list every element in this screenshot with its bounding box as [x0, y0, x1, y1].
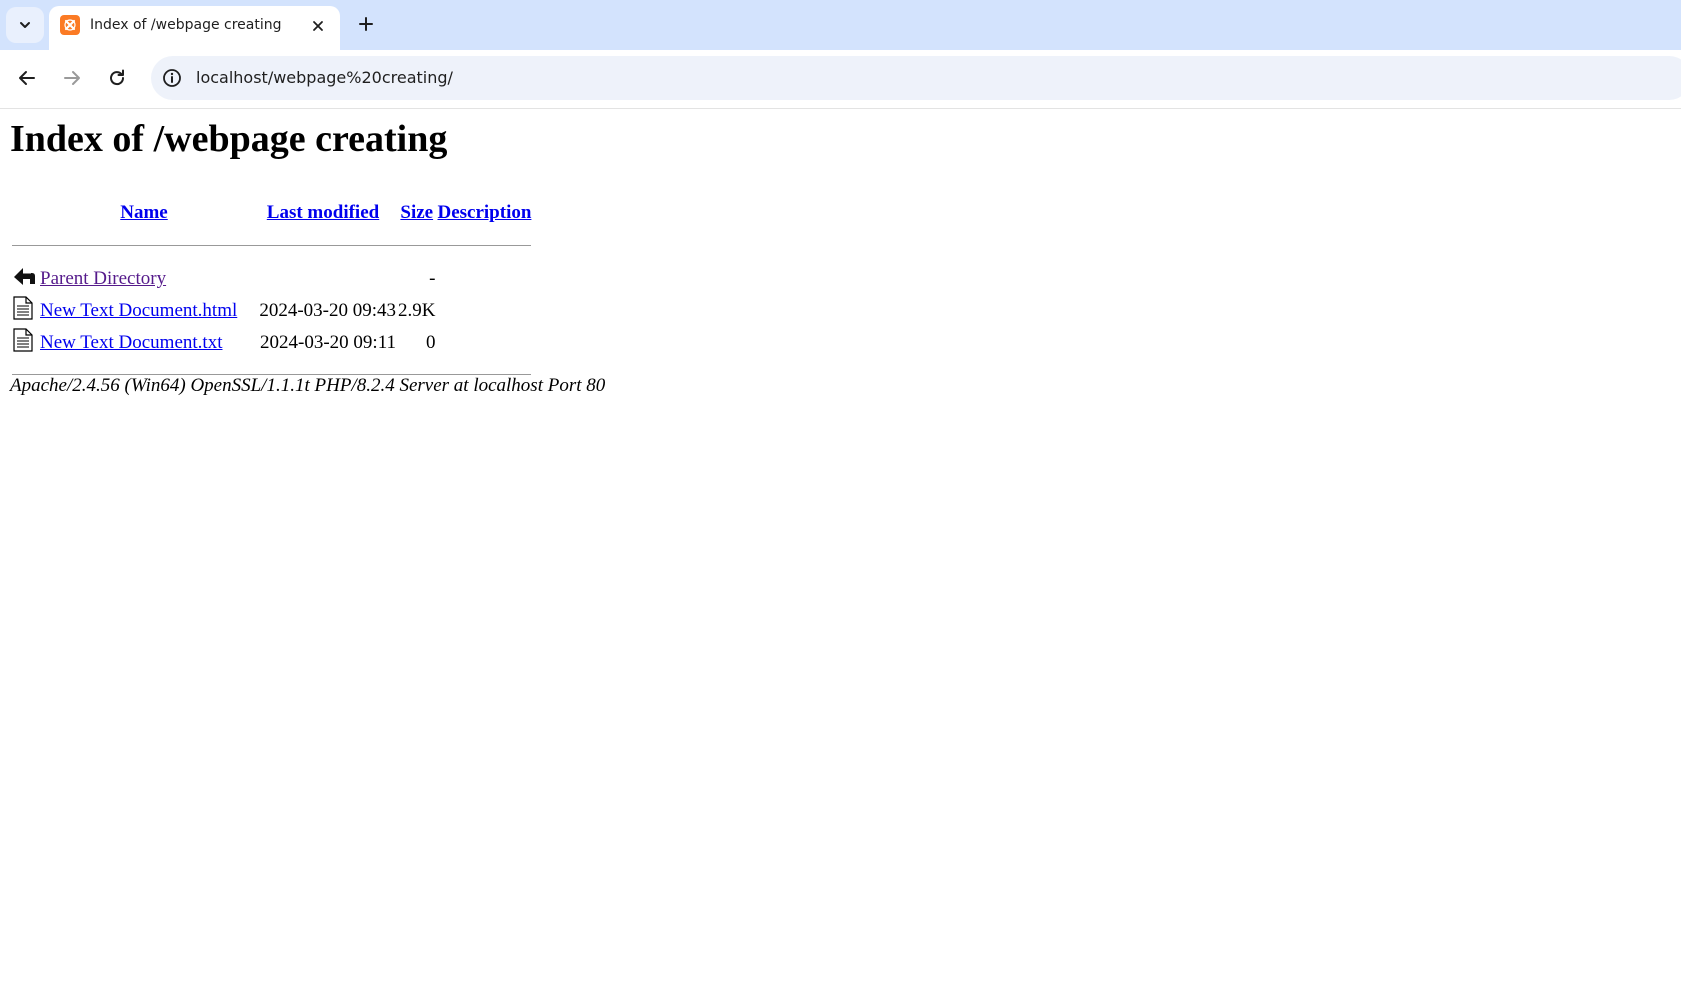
new-tab-button[interactable] — [352, 10, 380, 38]
arrow-right-icon — [64, 71, 80, 85]
page-content: Index of /webpage creating Name Last mod… — [0, 109, 1681, 1002]
modified-column-header: Last modified — [250, 195, 396, 231]
modified-cell — [250, 264, 396, 294]
back-button[interactable] — [11, 62, 43, 94]
description-cell — [437, 328, 531, 358]
text-file-icon — [13, 296, 33, 320]
modified-cell: 2024-03-20 09:43 — [259, 300, 396, 321]
site-info-button[interactable] — [160, 66, 184, 90]
reload-icon — [110, 69, 125, 86]
sort-by-description-link[interactable]: Description — [437, 202, 531, 223]
tab-search-button[interactable] — [6, 7, 44, 43]
size-column-header: Size — [398, 195, 435, 231]
back-arrow-icon — [14, 268, 35, 285]
page-title: Index of /webpage creating — [10, 118, 448, 160]
description-cell — [437, 296, 531, 326]
table-row: New Text Document.html 2024-03-20 09:43 … — [12, 296, 531, 326]
description-column-header: Description — [437, 195, 531, 231]
active-tab[interactable]: Index of /webpage creating — [49, 6, 340, 50]
close-icon — [313, 21, 323, 31]
directory-listing: Name Last modified Size Description Pare… — [10, 193, 533, 383]
url-text[interactable]: localhost/webpage%20creating/ — [196, 68, 453, 87]
icon-column-header — [12, 195, 38, 231]
file-link-html[interactable]: New Text Document.html — [40, 300, 237, 321]
text-file-icon — [13, 328, 33, 352]
file-link-parent-directory[interactable]: Parent Directory — [40, 268, 166, 289]
address-bar[interactable]: localhost/webpage%20creating/ — [151, 56, 1681, 100]
tab-title: Index of /webpage creating — [90, 17, 282, 33]
plus-icon — [359, 17, 373, 31]
header-row: Name Last modified Size Description — [12, 195, 531, 231]
chevron-down-icon — [20, 22, 30, 28]
info-icon — [163, 69, 181, 87]
name-column-header: Name — [40, 195, 248, 231]
reload-button[interactable] — [101, 62, 133, 94]
sort-by-modified-link[interactable]: Last modified — [267, 202, 379, 223]
browser-toolbar: localhost/webpage%20creating/ — [0, 50, 1681, 109]
modified-cell: 2024-03-20 09:11 — [260, 332, 396, 353]
forward-button[interactable] — [56, 62, 88, 94]
server-signature: Apache/2.4.56 (Win64) OpenSSL/1.1.1t PHP… — [10, 375, 606, 396]
size-cell: 0 — [425, 332, 436, 353]
xampp-icon — [60, 15, 80, 35]
tab-strip: Index of /webpage creating — [0, 0, 1681, 50]
size-cell: - — [429, 268, 436, 289]
description-cell — [437, 264, 531, 294]
close-tab-button[interactable] — [307, 15, 329, 37]
size-cell: 2.9K — [398, 300, 436, 321]
sort-by-size-link[interactable]: Size — [400, 202, 433, 223]
arrow-left-icon — [19, 71, 35, 85]
file-link-txt[interactable]: New Text Document.txt — [40, 332, 222, 353]
table-row: Parent Directory - — [12, 264, 531, 294]
divider — [12, 245, 532, 246]
sort-by-name-link[interactable]: Name — [120, 202, 167, 223]
separator-row — [12, 233, 532, 262]
table-row: New Text Document.txt 2024-03-20 09:11 0 — [12, 328, 531, 358]
